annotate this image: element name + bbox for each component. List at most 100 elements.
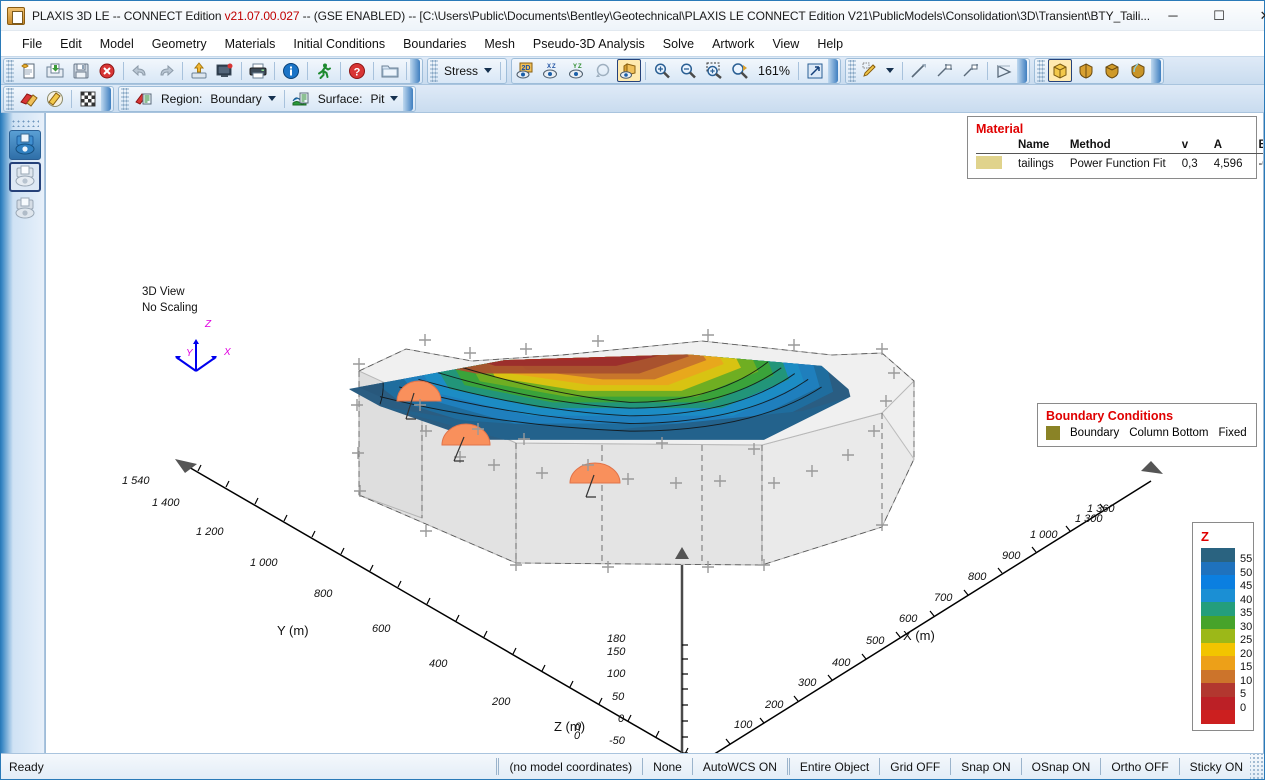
status-autowcs[interactable]: AutoWCS ON <box>696 754 784 779</box>
material-yellow-icon[interactable] <box>43 87 67 110</box>
x-axis-tick-2: 200 <box>765 699 784 711</box>
menu-mesh[interactable]: Mesh <box>475 34 524 54</box>
x-axis-tick-9: 900 <box>1002 550 1021 562</box>
run-icon[interactable] <box>312 59 336 82</box>
boundary-condition: Fixed <box>1218 427 1247 439</box>
status-entire-object[interactable]: Entire Object <box>793 754 876 779</box>
window-title-path: -- (GSE ENABLED) -- [C:\Users\Public\Doc… <box>299 8 1151 23</box>
menu-edit[interactable]: Edit <box>51 34 91 54</box>
help-icon[interactable]: ? <box>345 59 369 82</box>
resize-grip[interactable] <box>1250 754 1264 779</box>
region-icon[interactable] <box>132 87 156 110</box>
toolbar-drag-handle[interactable] <box>430 59 438 82</box>
menu-boundaries[interactable]: Boundaries <box>394 34 475 54</box>
surface-icon[interactable] <box>289 87 313 110</box>
menu-artwork[interactable]: Artwork <box>703 34 763 54</box>
screen-capture-icon[interactable] <box>213 59 237 82</box>
shape-shield3-icon[interactable] <box>1126 59 1150 82</box>
redo-icon[interactable] <box>154 59 178 82</box>
status-ortho[interactable]: Ortho OFF <box>1104 754 1175 779</box>
z-axis-tick-1: 150 <box>607 646 626 658</box>
zoom-window-icon[interactable] <box>702 59 726 82</box>
toolbar-separator <box>902 61 903 80</box>
zoom-out-icon[interactable] <box>676 59 700 82</box>
open-folder-icon[interactable] <box>43 59 67 82</box>
view-yz-icon[interactable]: Y Z <box>565 59 589 82</box>
menu-solve[interactable]: Solve <box>654 34 703 54</box>
left-toolbar <box>1 113 45 753</box>
status-sticky[interactable]: Sticky ON <box>1183 754 1250 779</box>
menu-initial-conditions[interactable]: Initial Conditions <box>284 34 394 54</box>
point-snap-icon[interactable] <box>933 59 957 82</box>
sidebar-item-view-2[interactable] <box>8 162 41 192</box>
toolbar-drag-handle[interactable] <box>1037 59 1045 82</box>
view-2d-icon[interactable]: 2D <box>513 59 537 82</box>
view-3d-icon[interactable] <box>617 59 642 82</box>
rotate-icon[interactable] <box>591 59 615 82</box>
left-toolbar-drag-handle[interactable] <box>10 119 39 127</box>
shape-cube-icon[interactable] <box>1048 59 1072 82</box>
region-label: Region: <box>161 91 203 106</box>
surface-value[interactable]: Pit <box>366 92 388 106</box>
toolbar-drag-handle[interactable] <box>6 59 14 82</box>
menu-materials[interactable]: Materials <box>216 34 285 54</box>
sidebar-item-view-1[interactable] <box>8 130 41 160</box>
material-col-name: Name <box>1010 139 1062 154</box>
zoom-fit-icon[interactable] <box>803 59 827 82</box>
point-snap2-icon[interactable] <box>959 59 983 82</box>
chevron-down-icon[interactable] <box>484 68 493 73</box>
minimize-button[interactable]: ─ <box>1150 1 1196 31</box>
chevron-down-icon[interactable] <box>267 96 276 101</box>
region-value[interactable]: Boundary <box>206 92 265 106</box>
polygon-icon[interactable] <box>992 59 1016 82</box>
status-grid[interactable]: Grid OFF <box>883 754 947 779</box>
toolbar-drag-handle[interactable] <box>6 87 14 110</box>
table-row: tailings Power Function Fit 0,3 4,596 -0… <box>976 154 1263 173</box>
toolbar-drag-handle[interactable] <box>848 59 856 82</box>
shape-shield2-icon[interactable] <box>1100 59 1124 82</box>
print-icon[interactable] <box>246 59 270 82</box>
y-axis-tick-7: 200 <box>492 696 511 708</box>
menu-file[interactable]: File <box>13 34 51 54</box>
menu-pseudo-3d-analysis[interactable]: Pseudo-3D Analysis <box>524 34 654 54</box>
menu-help[interactable]: Help <box>808 34 852 54</box>
line-icon[interactable] <box>907 59 931 82</box>
zoom-in-icon[interactable] <box>650 59 674 82</box>
material-col-swatch <box>976 139 1010 154</box>
maximize-button[interactable]: ☐ <box>1196 1 1242 31</box>
undo-icon[interactable] <box>128 59 152 82</box>
z-axis-label: Z (m) <box>554 719 586 734</box>
import-icon[interactable] <box>187 59 211 82</box>
toolbar-drag-handle[interactable] <box>121 87 129 110</box>
z-colorbar-swatch-1 <box>1201 561 1235 575</box>
y-axis-tick-6: 400 <box>429 658 448 670</box>
menu-view[interactable]: View <box>763 34 808 54</box>
shape-shield-icon[interactable] <box>1074 59 1098 82</box>
info-icon[interactable] <box>279 59 303 82</box>
status-selection-mode[interactable]: None <box>646 754 689 779</box>
material-red-icon[interactable] <box>17 87 41 110</box>
grid-icon[interactable] <box>76 87 100 110</box>
save-icon[interactable] <box>69 59 93 82</box>
chevron-down-icon[interactable] <box>390 96 399 101</box>
pan-icon[interactable] <box>728 59 752 82</box>
delete-icon[interactable] <box>95 59 119 82</box>
new-file-icon[interactable] <box>17 59 41 82</box>
viewport-canvas[interactable]: 3D View No Scaling Y Z X 1 540 1 400 1 2… <box>45 113 1264 753</box>
status-osnap[interactable]: OSnap ON <box>1025 754 1098 779</box>
status-separator <box>786 758 790 775</box>
draw-icon[interactable] <box>859 59 883 82</box>
origin-label-y0: 0 <box>574 730 581 742</box>
menu-geometry[interactable]: Geometry <box>143 34 216 54</box>
material-col-b: B <box>1250 139 1263 154</box>
view-xz-icon[interactable]: X Z <box>539 59 563 82</box>
menu-model[interactable]: Model <box>91 34 143 54</box>
status-snap[interactable]: Snap ON <box>954 754 1017 779</box>
stress-dropdown-label[interactable]: Stress <box>440 64 482 78</box>
chevron-down-icon[interactable] <box>886 68 894 73</box>
z-axis-tick-5: -50 <box>609 735 625 747</box>
folder-icon[interactable] <box>378 59 402 82</box>
close-button[interactable]: ✕ <box>1242 1 1265 31</box>
z-colorbar-tick-55: 55 <box>1240 553 1253 565</box>
sidebar-item-view-3[interactable] <box>9 194 41 224</box>
